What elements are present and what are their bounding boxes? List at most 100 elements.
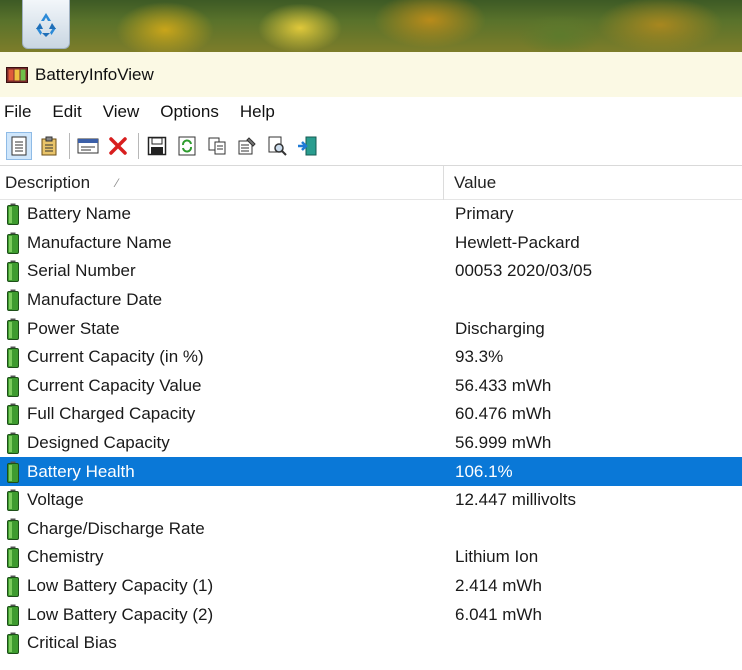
row-description: Manufacture Date: [27, 290, 163, 310]
row-description: Full Charged Capacity: [27, 404, 196, 424]
recycle-bin-icon[interactable]: [22, 0, 70, 49]
properties-view-button[interactable]: [6, 132, 32, 160]
battery-icon: [7, 461, 19, 483]
row-description: Power State: [27, 318, 120, 338]
menu-options[interactable]: Options: [160, 100, 219, 124]
row-description-cell: Serial Number: [0, 260, 444, 283]
list-row[interactable]: Critical Bias: [0, 629, 742, 658]
list-row[interactable]: Low Battery Capacity (1) 2.414 mWh: [0, 572, 742, 601]
row-description: Battery Name: [27, 204, 131, 224]
row-description: Designed Capacity: [27, 433, 170, 453]
refresh-button[interactable]: [174, 132, 200, 160]
menu-view[interactable]: View: [103, 100, 140, 124]
row-value-cell: 56.433 mWh: [444, 376, 551, 396]
battery-icon: [7, 289, 19, 312]
clipboard-view-button[interactable]: [36, 132, 62, 160]
row-value-cell: 00053 2020/03/05: [444, 261, 592, 281]
menu-bar: File Edit View Options Help: [0, 97, 742, 127]
list-row[interactable]: Battery Name Primary: [0, 200, 742, 229]
column-header-description-label: Description: [5, 172, 91, 192]
row-description: Low Battery Capacity (1): [27, 576, 214, 596]
list-row[interactable]: Current Capacity Value 56.433 mWh: [0, 372, 742, 401]
toolbar: [0, 127, 742, 166]
row-description-cell: Manufacture Name: [0, 232, 444, 254]
row-value: 93.3%: [455, 347, 504, 367]
list-row[interactable]: Manufacture Name Hewlett-Packard: [0, 229, 742, 258]
battery-icon: [7, 232, 19, 254]
row-value-cell: 6.041 mWh: [444, 605, 542, 625]
list-row[interactable]: Current Capacity (in %) 93.3%: [0, 343, 742, 372]
delete-button[interactable]: [105, 132, 131, 160]
list-row[interactable]: Voltage 12.447 millivolts: [0, 486, 742, 515]
save-button[interactable]: [144, 132, 170, 160]
row-description-cell: Power State: [0, 318, 444, 340]
column-header-value[interactable]: Value: [444, 173, 496, 193]
row-value: Hewlett-Packard: [455, 232, 580, 252]
battery-icon: [7, 575, 19, 598]
row-description: Battery Health: [27, 461, 135, 481]
row-value-cell: Discharging: [444, 319, 545, 339]
battery-app-icon: [6, 66, 28, 83]
list-row[interactable]: Serial Number 00053 2020/03/05: [0, 257, 742, 286]
row-description-cell: Manufacture Date: [0, 289, 444, 312]
row-value-cell: 2.414 mWh: [444, 576, 542, 596]
row-value: 12.447 millivolts: [455, 490, 576, 510]
row-description: Manufacture Name: [27, 232, 172, 252]
row-value-cell: 93.3%: [444, 347, 503, 367]
desktop-background: [0, 0, 742, 52]
copy-button[interactable]: [204, 132, 230, 160]
row-description-cell: Full Charged Capacity: [0, 403, 444, 426]
window-title: BatteryInfoView: [35, 64, 154, 84]
row-value: Primary: [455, 204, 514, 224]
row-value-cell: Primary: [444, 204, 514, 224]
list-row[interactable]: Charge/Discharge Rate: [0, 515, 742, 544]
row-value: 00053 2020/03/05: [455, 261, 593, 281]
battery-icon: [7, 318, 19, 340]
sort-ascending-icon: ⁄: [116, 175, 119, 190]
list-row[interactable]: Manufacture Date: [0, 286, 742, 315]
row-value: 56.999 mWh: [455, 433, 552, 453]
refresh-icon: [178, 136, 196, 156]
row-description: Critical Bias: [27, 633, 117, 653]
column-header-value-label: Value: [454, 172, 497, 192]
row-description-cell: Voltage: [0, 489, 444, 512]
row-description: Voltage: [27, 490, 84, 510]
save-icon: [147, 136, 167, 156]
properties-icon: [238, 137, 256, 155]
row-value-cell: 56.999 mWh: [444, 433, 551, 453]
list-row[interactable]: Low Battery Capacity (2) 6.041 mWh: [0, 600, 742, 629]
list-row[interactable]: Battery Health 106.1%: [0, 457, 742, 486]
menu-help[interactable]: Help: [240, 100, 275, 124]
list-row[interactable]: Chemistry Lithium Ion: [0, 543, 742, 572]
list-row[interactable]: Designed Capacity 56.999 mWh: [0, 429, 742, 458]
title-bar: BatteryInfoView: [0, 52, 742, 97]
row-value: Lithium Ion: [455, 547, 539, 567]
app-window: BatteryInfoView File Edit View Options H…: [0, 52, 742, 670]
toolbar-separator: [138, 133, 139, 159]
window-button[interactable]: [75, 132, 101, 160]
battery-icon: [7, 403, 19, 426]
row-value: 60.476 mWh: [455, 404, 552, 424]
list-row[interactable]: Power State Discharging: [0, 314, 742, 343]
copy-icon: [208, 137, 226, 155]
battery-icon: [7, 432, 19, 455]
battery-icon: [7, 375, 19, 397]
row-value: 106.1%: [455, 461, 513, 481]
row-description-cell: Current Capacity Value: [0, 375, 444, 397]
list-row[interactable]: Full Charged Capacity 60.476 mWh: [0, 400, 742, 429]
find-button[interactable]: [264, 132, 290, 160]
column-header-description[interactable]: Description ⁄: [0, 165, 444, 200]
row-description-cell: Battery Health: [0, 461, 444, 483]
exit-icon: [298, 136, 317, 156]
menu-edit[interactable]: Edit: [52, 100, 81, 124]
menu-file[interactable]: File: [4, 100, 31, 124]
row-description: Chemistry: [27, 547, 104, 567]
exit-button[interactable]: [294, 132, 320, 160]
find-icon: [268, 136, 287, 156]
battery-icon: [7, 518, 19, 540]
row-value-cell: Hewlett-Packard: [444, 233, 580, 253]
row-description: Serial Number: [27, 261, 136, 281]
row-description-cell: Critical Bias: [0, 632, 444, 655]
row-value-cell: Lithium Ion: [444, 547, 538, 567]
properties-button[interactable]: [234, 132, 260, 160]
